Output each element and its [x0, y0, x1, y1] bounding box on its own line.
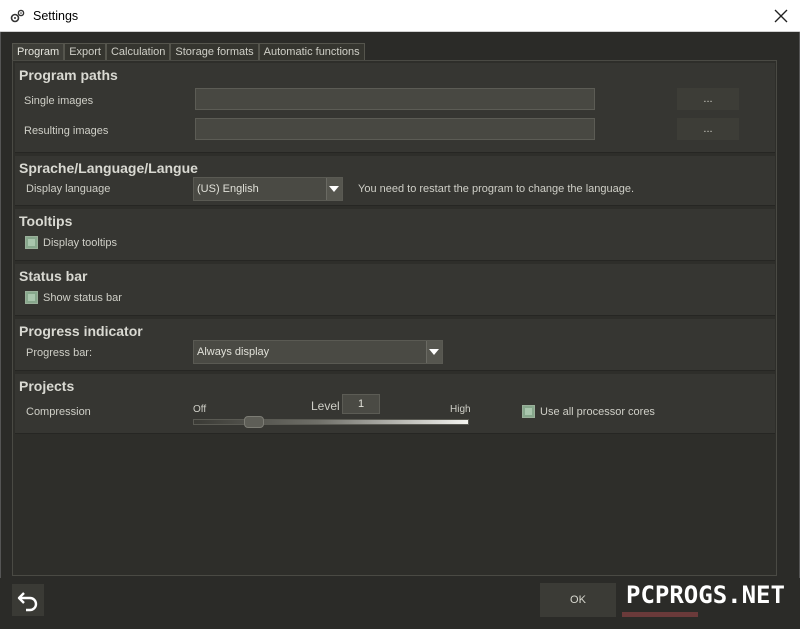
progress-bar-dropdown[interactable]: Always display: [193, 340, 443, 364]
compression-level-label: Level: [311, 399, 340, 413]
section-title-projects: Projects: [19, 378, 75, 394]
progress-bar-label: Progress bar:: [26, 347, 93, 359]
chevron-down-icon[interactable]: [326, 178, 342, 200]
tab-automatic-functions[interactable]: Automatic functions: [258, 43, 365, 61]
resulting-images-label: Resulting images: [24, 125, 109, 137]
section-tooltips: Tooltips Display tooltips: [15, 209, 775, 261]
chevron-down-icon[interactable]: [426, 341, 442, 363]
progress-bar-value: Always display: [197, 346, 270, 358]
compression-label: Compression: [26, 406, 91, 418]
section-title-status-bar: Status bar: [19, 268, 88, 284]
section-title-program-paths: Program paths: [19, 67, 118, 83]
resulting-images-input[interactable]: [195, 118, 595, 140]
display-language-dropdown[interactable]: (US) English: [193, 177, 343, 201]
section-title-tooltips: Tooltips: [19, 213, 73, 229]
compression-off-label: Off: [193, 404, 207, 415]
compression-slider-thumb[interactable]: [243, 416, 264, 428]
show-status-bar-label: Show status bar: [43, 292, 122, 304]
compression-slider[interactable]: [193, 419, 469, 425]
tab-calculation[interactable]: Calculation: [105, 43, 171, 61]
section-status-bar: Status bar Show status bar: [15, 264, 775, 316]
section-title-language: Sprache/Language/Langue: [19, 160, 198, 176]
display-tooltips-label: Display tooltips: [43, 237, 117, 249]
undo-icon: [17, 592, 38, 612]
settings-panel: Program paths Single images ... Resultin…: [12, 60, 777, 576]
watermark: PCPROGS.NET: [622, 578, 794, 612]
display-language-label: Display language: [26, 183, 111, 195]
display-tooltips-checkbox[interactable]: [25, 236, 38, 249]
title-bar: Settings: [0, 0, 800, 32]
single-images-label: Single images: [24, 95, 94, 107]
compression-high-label: High: [450, 404, 471, 415]
window-title: Settings: [33, 8, 79, 23]
section-title-progress-indicator: Progress indicator: [19, 323, 143, 339]
section-program-paths: Program paths Single images ... Resultin…: [15, 63, 775, 153]
tab-export[interactable]: Export: [64, 43, 106, 61]
undo-button[interactable]: [12, 584, 44, 616]
section-progress-indicator: Progress indicator Progress bar: Always …: [15, 319, 775, 371]
gears-icon: [10, 9, 25, 22]
single-images-input[interactable]: [195, 88, 595, 110]
ok-button[interactable]: OK: [540, 583, 616, 617]
compression-level-value[interactable]: 1: [342, 394, 380, 414]
show-status-bar-checkbox[interactable]: [25, 291, 38, 304]
display-language-value: (US) English: [197, 183, 259, 195]
tab-storage-formats[interactable]: Storage formats: [170, 43, 259, 61]
resulting-images-browse-button[interactable]: ...: [677, 118, 739, 140]
use-all-cores-checkbox[interactable]: [522, 405, 535, 418]
single-images-browse-button[interactable]: ...: [677, 88, 739, 110]
tab-program[interactable]: Program: [12, 43, 65, 61]
close-icon[interactable]: [770, 5, 792, 27]
tab-bar: Program Export Calculation Storage forma…: [12, 43, 365, 61]
section-projects: Projects Compression Off Level 1 High Us…: [15, 374, 775, 434]
section-language: Sprache/Language/Langue Display language…: [15, 156, 775, 206]
language-restart-hint: You need to restart the program to chang…: [358, 183, 635, 195]
use-all-cores-label: Use all processor cores: [540, 406, 655, 418]
